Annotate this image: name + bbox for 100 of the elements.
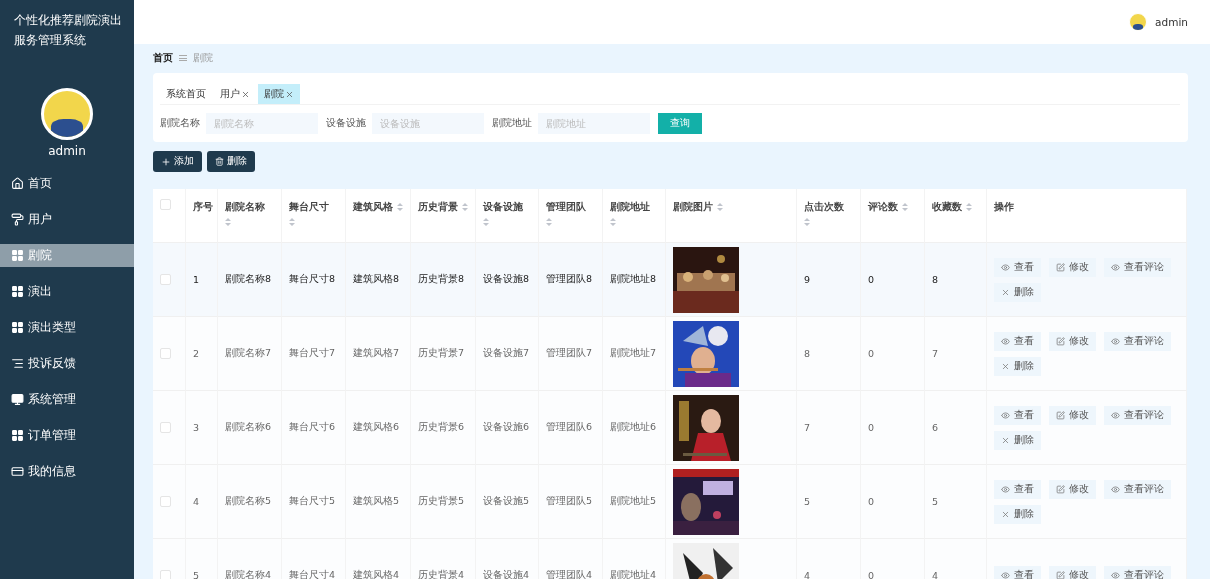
table-cell: 舞台尺寸5 xyxy=(289,495,336,508)
eye-icon xyxy=(1111,336,1120,346)
view-button[interactable]: 查看评论 xyxy=(1104,331,1171,351)
table-cell: 5 xyxy=(193,570,200,579)
sort-icon[interactable] xyxy=(546,217,552,227)
close-icon xyxy=(1001,435,1010,445)
view-button[interactable]: 查看 xyxy=(994,566,1041,579)
edit-button[interactable]: 修改 xyxy=(1049,405,1096,425)
sort-icon[interactable] xyxy=(289,217,295,227)
field-label: 剧院地址 xyxy=(492,117,532,130)
table-cell: 8 xyxy=(804,348,811,359)
row-checkbox[interactable] xyxy=(160,570,171,579)
edit-button[interactable]: 修改 xyxy=(1049,331,1096,351)
eye-icon xyxy=(1001,571,1010,579)
table-cell: 4 xyxy=(932,570,939,579)
sort-icon[interactable] xyxy=(902,202,908,212)
delete-button[interactable]: 删除 xyxy=(207,151,255,172)
view-button[interactable]: 查看评论 xyxy=(1104,405,1171,425)
table-cell: 设备设施8 xyxy=(483,273,530,286)
app-title: 个性化推荐剧院演出服务管理系统 xyxy=(13,12,123,49)
sort-icon[interactable] xyxy=(225,217,231,227)
table-cell: 4 xyxy=(193,496,200,507)
column-header: 舞台尺寸 xyxy=(289,200,329,214)
table-cell: 管理团队7 xyxy=(546,347,593,360)
close-icon xyxy=(1001,287,1010,297)
edit-button[interactable]: 修改 xyxy=(1049,257,1096,277)
tab[interactable]: 剧院 xyxy=(258,84,300,104)
row-checkbox[interactable] xyxy=(160,274,171,285)
menu-item[interactable]: 订单管理 xyxy=(0,424,134,447)
close-icon[interactable] xyxy=(241,89,250,99)
row-checkbox[interactable] xyxy=(160,422,171,433)
menu-item[interactable]: 我的信息 xyxy=(0,460,134,483)
view-button[interactable]: 查看评论 xyxy=(1104,566,1171,579)
select-all-checkbox[interactable] xyxy=(160,199,171,210)
eye-icon xyxy=(1111,410,1120,420)
close-icon[interactable] xyxy=(285,89,294,99)
sort-icon[interactable] xyxy=(483,217,489,227)
table-cell: 设备设施7 xyxy=(483,347,530,360)
row-checkbox[interactable] xyxy=(160,496,171,507)
add-button[interactable]: 添加 xyxy=(153,151,202,172)
sort-icon[interactable] xyxy=(966,202,972,212)
column-header: 管理团队 xyxy=(546,200,586,214)
eye-icon xyxy=(1111,262,1120,272)
column-header: 收藏数 xyxy=(932,200,962,214)
edit-button[interactable]: 修改 xyxy=(1049,566,1096,579)
menu-item[interactable]: 系统管理 xyxy=(0,388,134,411)
column-header: 点击次数 xyxy=(804,200,844,214)
view-button[interactable]: 查看评论 xyxy=(1104,257,1171,277)
delete-button[interactable]: 删除 xyxy=(994,356,1041,376)
menu-item[interactable]: 首页 xyxy=(0,172,134,195)
sort-icon[interactable] xyxy=(462,202,468,212)
sort-icon[interactable] xyxy=(610,217,616,227)
table-cell: 0 xyxy=(868,496,875,507)
delete-button[interactable]: 删除 xyxy=(994,282,1041,302)
table-cell: 4 xyxy=(804,570,811,579)
column-header: 剧院地址 xyxy=(610,200,650,214)
table-cell: 建筑风格6 xyxy=(353,421,400,434)
row-checkbox[interactable] xyxy=(160,348,171,359)
sort-icon[interactable] xyxy=(804,217,810,227)
column-header: 剧院名称 xyxy=(225,200,265,214)
table-cell: 建筑风格4 xyxy=(353,569,400,579)
avatar xyxy=(41,88,93,140)
table-cell: 舞台尺寸6 xyxy=(289,421,336,434)
delete-button[interactable]: 删除 xyxy=(994,430,1041,450)
view-button[interactable]: 查看 xyxy=(994,257,1041,277)
column-header: 历史背景 xyxy=(418,200,458,214)
view-button[interactable]: 查看 xyxy=(994,405,1041,425)
menu-item[interactable]: 用户 xyxy=(0,208,134,231)
view-button[interactable]: 查看 xyxy=(994,331,1041,351)
table-cell: 管理团队6 xyxy=(546,421,593,434)
view-button[interactable]: 查看 xyxy=(994,479,1041,499)
column-header: 操作 xyxy=(994,200,1014,214)
table-cell: 9 xyxy=(804,274,811,285)
view-button[interactable]: 查看评论 xyxy=(1104,479,1171,499)
breadcrumb-item[interactable]: 首页 xyxy=(153,51,173,65)
user-name[interactable]: admin xyxy=(1155,16,1188,28)
eye-icon xyxy=(1001,410,1010,420)
table-cell: 建筑风格8 xyxy=(353,273,400,286)
table-cell: 历史背景7 xyxy=(418,347,465,360)
menu-item[interactable]: 投诉反馈 xyxy=(0,352,134,375)
table-cell: 剧院地址4 xyxy=(610,569,657,579)
table-cell: 设备设施5 xyxy=(483,495,530,508)
table-cell: 剧院名称7 xyxy=(225,347,272,360)
table-cell: 5 xyxy=(804,496,811,507)
search-field[interactable]: 设备设施 xyxy=(372,113,484,134)
sort-icon[interactable] xyxy=(397,202,403,212)
table-cell: 0 xyxy=(868,348,875,359)
table-cell: 历史背景4 xyxy=(418,569,465,579)
table-cell: 1 xyxy=(193,274,200,285)
user-name: admin xyxy=(48,144,86,158)
edit-button[interactable]: 修改 xyxy=(1049,479,1096,499)
delete-button[interactable]: 删除 xyxy=(994,504,1041,524)
avatar[interactable] xyxy=(1129,13,1148,31)
grid-icon xyxy=(11,249,24,262)
table-cell: 舞台尺寸8 xyxy=(289,273,336,286)
sort-icon[interactable] xyxy=(717,202,723,212)
table-cell: 3 xyxy=(193,422,200,433)
menu-item[interactable]: 演出类型 xyxy=(0,316,134,339)
menu-item[interactable]: 演出 xyxy=(0,280,134,303)
edit-icon xyxy=(1056,571,1065,579)
